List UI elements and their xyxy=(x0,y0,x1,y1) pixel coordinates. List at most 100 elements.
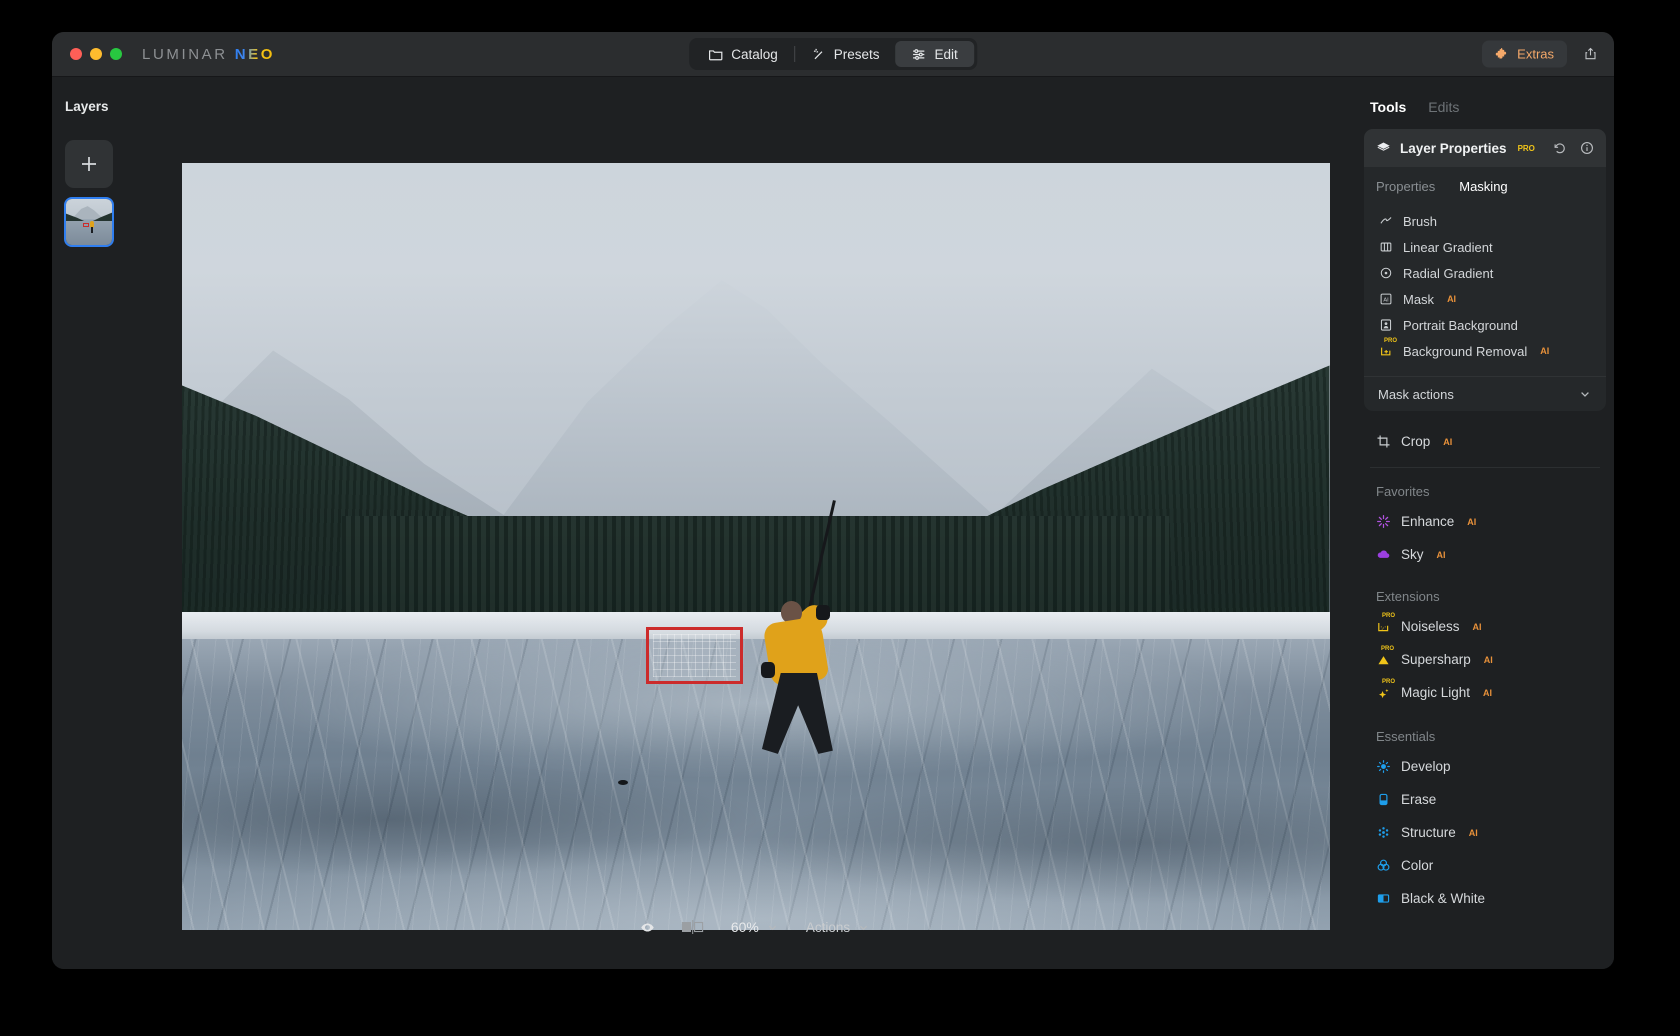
layers-panel-title: Layers xyxy=(65,99,109,114)
tool-enhance-label: Enhance xyxy=(1401,514,1455,529)
extras-button-label: Extras xyxy=(1517,46,1554,62)
ai-mask-icon: AI xyxy=(1378,292,1393,307)
share-button[interactable] xyxy=(1583,47,1598,62)
mask-tool-linear-gradient-label: Linear Gradient xyxy=(1403,239,1493,255)
color-icon xyxy=(1376,858,1391,873)
mask-tool-brush-label: Brush xyxy=(1403,213,1437,229)
tool-develop[interactable]: Develop xyxy=(1356,750,1614,783)
photo-player-upper-glove xyxy=(816,604,830,620)
section-label-favorites: Favorites xyxy=(1376,484,1430,499)
tool-color-label: Color xyxy=(1401,858,1434,873)
tool-supersharp[interactable]: PRO Supersharp AI xyxy=(1356,643,1614,676)
mask-tool-ai-mask[interactable]: AI Mask AI xyxy=(1364,286,1606,312)
background-removal-icon: PRO xyxy=(1378,338,1397,359)
mask-tool-ai-mask-label: Mask xyxy=(1403,291,1435,307)
mask-tool-brush[interactable]: Brush xyxy=(1364,208,1606,234)
noiseless-icon: PRO xyxy=(1376,613,1395,634)
section-label-extensions: Extensions xyxy=(1376,589,1440,604)
layer-properties-header[interactable]: Layer Properties PRO xyxy=(1364,129,1606,167)
mask-tool-background-removal[interactable]: PRO Background Removal AI xyxy=(1364,338,1606,364)
layer-thumbnail[interactable] xyxy=(64,197,114,247)
mask-tool-radial-gradient[interactable]: Radial Gradient xyxy=(1364,260,1606,286)
tool-structure[interactable]: Structure AI xyxy=(1356,816,1614,849)
actions-dropdown[interactable]: Actions xyxy=(806,920,871,935)
zoom-level-dropdown[interactable]: 60% xyxy=(731,919,780,935)
tool-noiseless[interactable]: PRO Noiseless AI xyxy=(1356,610,1614,643)
tool-supersharp-label: Supersharp xyxy=(1401,652,1471,667)
add-layer-button[interactable] xyxy=(65,140,113,188)
mask-tool-portrait-background[interactable]: Portrait Background xyxy=(1364,312,1606,338)
tool-black-and-white[interactable]: Black & White xyxy=(1356,882,1614,915)
nav-tab-catalog[interactable]: Catalog xyxy=(692,41,794,67)
tool-noiseless-label: Noiseless xyxy=(1401,619,1460,634)
main-nav: Catalog Presets Edit xyxy=(689,38,977,70)
mask-tools-list: Brush Linear Gradient Radial Gradient AI… xyxy=(1364,200,1606,374)
structure-icon xyxy=(1376,825,1391,840)
mask-tool-radial-gradient-label: Radial Gradient xyxy=(1403,265,1494,281)
section-label-essentials: Essentials xyxy=(1376,729,1436,744)
zoom-level-value: 60% xyxy=(730,919,759,935)
tool-black-and-white-label: Black & White xyxy=(1401,891,1486,906)
tool-enhance[interactable]: Enhance AI xyxy=(1356,505,1614,538)
svg-text:AI: AI xyxy=(1383,297,1389,303)
tool-crop[interactable]: Crop AI xyxy=(1356,425,1614,458)
tools-scroll-container[interactable]: Layer Properties PRO Properties Masking … xyxy=(1356,129,1614,969)
tool-erase[interactable]: Erase xyxy=(1356,783,1614,816)
undo-icon[interactable] xyxy=(1552,141,1567,156)
nav-tab-presets-label: Presets xyxy=(833,46,880,62)
ai-badge: AI xyxy=(1483,654,1493,665)
tool-crop-label: Crop xyxy=(1401,434,1431,449)
subtab-masking[interactable]: Masking xyxy=(1459,179,1507,194)
ai-badge: AI xyxy=(1447,294,1457,304)
develop-icon xyxy=(1376,759,1391,774)
photo-player-lower-glove xyxy=(760,661,775,679)
close-window-button[interactable] xyxy=(70,48,82,60)
tool-sky-label: Sky xyxy=(1401,547,1424,562)
nav-tab-presets[interactable]: Presets xyxy=(795,41,896,67)
minimize-window-button[interactable] xyxy=(90,48,102,60)
black-white-icon xyxy=(1376,891,1391,906)
app-body: Layers 60% Actions Tools Edits Layer Pro… xyxy=(52,77,1614,969)
brand-primary: LUMINAR xyxy=(142,45,228,63)
mask-actions-row[interactable]: Mask actions xyxy=(1364,377,1606,411)
tab-edits[interactable]: Edits xyxy=(1428,99,1459,115)
edited-photo[interactable] xyxy=(181,163,1330,930)
brush-icon xyxy=(1378,214,1393,229)
tool-structure-label: Structure xyxy=(1401,825,1456,840)
ai-badge: AI xyxy=(1472,621,1482,632)
photo-player-legs xyxy=(761,672,833,754)
canvas-area: 60% Actions xyxy=(155,77,1356,969)
luminar-neo-window: LUMINAR NEO Catalog Presets Edit Extras … xyxy=(52,32,1614,969)
eye-icon xyxy=(640,920,655,935)
toggle-preview-button[interactable] xyxy=(640,920,655,935)
mask-tool-linear-gradient[interactable]: Linear Gradient xyxy=(1364,234,1606,260)
nav-tab-edit-label: Edit xyxy=(934,46,958,62)
tool-magic-light[interactable]: PRO Magic Light AI xyxy=(1356,676,1614,709)
layer-properties-header-actions xyxy=(1552,141,1594,156)
title-bar: LUMINAR NEO Catalog Presets Edit Extras xyxy=(52,32,1614,77)
nav-tab-edit[interactable]: Edit xyxy=(895,41,974,67)
tab-tools[interactable]: Tools xyxy=(1370,99,1406,115)
ai-badge: AI xyxy=(1467,516,1477,527)
canvas-bottom-bar: 60% Actions xyxy=(155,885,1356,969)
tool-sky[interactable]: Sky AI xyxy=(1356,538,1614,571)
chevron-down-icon xyxy=(765,920,780,935)
tool-develop-label: Develop xyxy=(1401,759,1451,774)
mask-actions-label: Mask actions xyxy=(1378,386,1454,402)
layer-properties-title: Layer Properties xyxy=(1400,140,1507,156)
extras-button[interactable]: Extras xyxy=(1482,40,1567,68)
section-divider xyxy=(1370,467,1600,468)
info-icon[interactable] xyxy=(1579,141,1594,156)
compare-before-after-button[interactable] xyxy=(681,920,705,935)
subtab-properties[interactable]: Properties xyxy=(1376,179,1435,194)
tool-color[interactable]: Color xyxy=(1356,849,1614,882)
tool-magic-light-label: Magic Light xyxy=(1401,685,1471,700)
enhance-icon xyxy=(1376,514,1391,529)
folder-icon xyxy=(708,47,723,62)
maximize-window-button[interactable] xyxy=(110,48,122,60)
ai-badge: AI xyxy=(1443,436,1453,447)
brand-secondary: NEO xyxy=(234,45,276,63)
layer-properties-card: Layer Properties PRO Properties Masking … xyxy=(1364,129,1606,411)
linear-gradient-icon xyxy=(1378,240,1393,255)
